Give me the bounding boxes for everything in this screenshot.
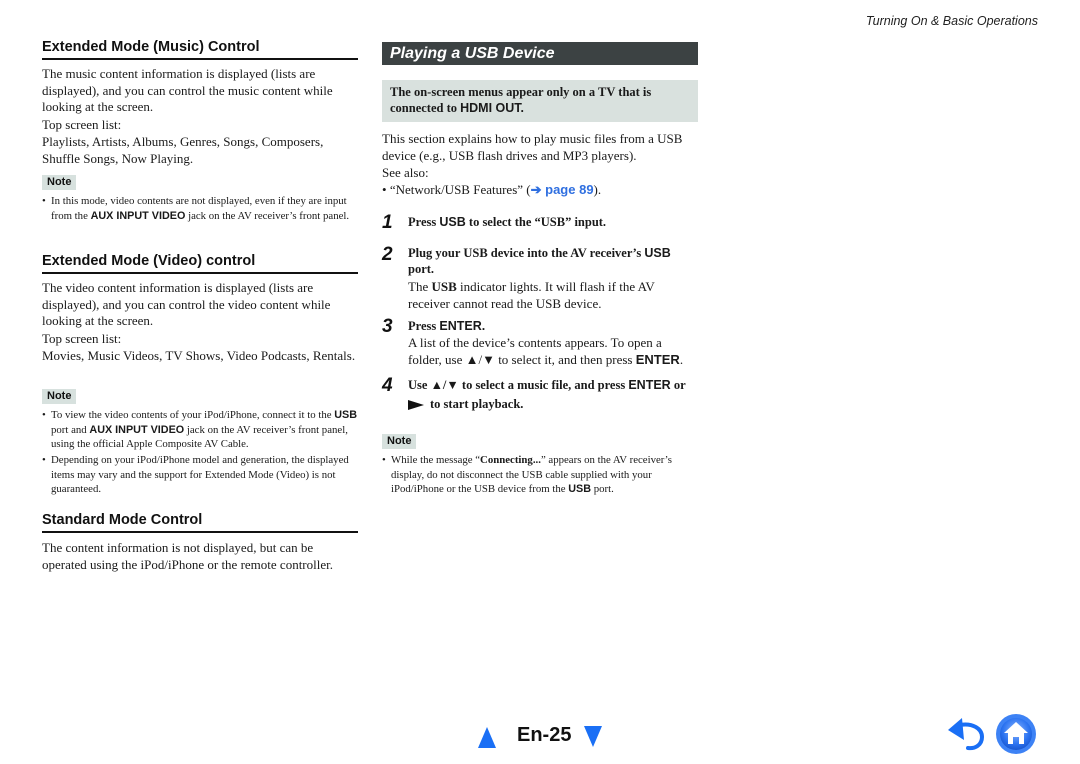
note-badge: Note (42, 175, 77, 190)
standard-description: The content information is not displayed… (42, 540, 333, 572)
heading-extended-music: Extended Mode (Music) Control (42, 39, 358, 60)
heading-extended-video: Extended Mode (Video) control (42, 253, 358, 274)
music-description: The music content information is display… (42, 66, 333, 114)
step-title: Use ▲/▼ to select a music file, and pres… (408, 377, 698, 393)
back-button[interactable] (946, 716, 986, 752)
hdmi-out-label: HDMI OUT. (460, 101, 525, 115)
music-list-label: Top screen list: (42, 117, 122, 132)
note-text: To view the video contents of your iPod/… (51, 409, 335, 421)
see-also-label: See also: (382, 165, 429, 180)
step-body: The USB indicator lights. It will flash … (408, 278, 698, 312)
step-title: Plug your USB device into the AV receive… (408, 245, 698, 277)
usb-label: USB (334, 409, 358, 421)
enter-button-label: ENTER (635, 352, 680, 367)
usb-port-label: USB (568, 483, 592, 495)
step-text: to start playback. (430, 397, 524, 411)
step-text: or (670, 378, 686, 392)
step-title: Press USB to select the “USB” input. (408, 214, 698, 230)
step-text: Use ▲/▼ to select a music file, and pres… (408, 378, 629, 392)
aux-input-video-label: AUX INPUT VIDEO (89, 423, 185, 436)
usb-indicator-label: USB (431, 279, 457, 294)
step-body: A list of the device’s contents appears.… (408, 334, 698, 368)
video-note-item: Depending on your iPod/iPhone model and … (42, 453, 358, 497)
step-number: 1 (382, 212, 393, 233)
see-also-text: ). (593, 182, 602, 197)
music-note-item: In this mode, video contents are not dis… (42, 194, 358, 223)
page-89-link[interactable]: ➔ page 89 (531, 182, 594, 197)
note-badge: Note (382, 434, 417, 449)
music-list: Playlists, Artists, Albums, Genres, Song… (42, 134, 324, 166)
home-icon (996, 714, 1036, 754)
step-text: Press (408, 215, 440, 229)
note-text: port and (51, 423, 90, 436)
step-text: A list of the device’s contents appears.… (408, 335, 662, 367)
usb-port-label: USB (644, 246, 671, 260)
see-also-item: • “Network/USB Features” (➔ page 89). (382, 182, 602, 197)
note-text: jack on the AV receiver’s front panel. (185, 209, 350, 222)
step-text: . (679, 352, 684, 367)
heading-standard-mode: Standard Mode Control (42, 512, 358, 533)
hdmi-callout: The on-screen menus appear only on a TV … (382, 80, 698, 122)
step-title-line2: to start playback. (408, 396, 698, 412)
step-title: Press ENTER. (408, 318, 698, 334)
video-description: The video content information is display… (42, 280, 331, 328)
home-button[interactable] (995, 713, 1037, 755)
see-also-text: “Network/USB Features” ( (389, 182, 531, 197)
section-header: Turning On & Basic Operations (865, 14, 1038, 28)
intro-text: This section explains how to play music … (382, 131, 683, 163)
enter-button-label: ENTER (628, 378, 671, 392)
step-text: to select the “USB” input. (465, 215, 607, 229)
next-page-arrow-icon[interactable] (584, 726, 602, 747)
aux-input-video-label: AUX INPUT VIDEO (90, 209, 186, 222)
play-icon (408, 400, 424, 411)
usb-button-label: USB (439, 215, 466, 229)
step-text: The (408, 279, 432, 294)
page-number: En-25 (517, 724, 572, 746)
connecting-message: Connecting... (480, 454, 541, 466)
step-text: Press (408, 319, 440, 333)
note-badge: Note (42, 389, 77, 404)
enter-button-label: ENTER. (439, 319, 486, 333)
usb-note-item: While the message “Connecting...” appear… (382, 453, 698, 497)
section-title-bar: Playing a USB Device (382, 42, 698, 65)
note-text: port. (591, 483, 614, 495)
step-text: Plug your USB device into the AV receive… (408, 246, 645, 260)
step-number: 2 (382, 244, 393, 265)
video-list-label: Top screen list: (42, 331, 122, 346)
note-text: While the message “ (391, 454, 481, 466)
video-note-item: To view the video contents of your iPod/… (42, 408, 358, 452)
step-number: 4 (382, 375, 393, 396)
back-arrow-icon (948, 718, 985, 751)
previous-page-arrow-icon[interactable] (478, 727, 496, 748)
video-list: Movies, Music Videos, TV Shows, Video Po… (42, 348, 356, 363)
step-number: 3 (382, 316, 393, 337)
step-text: port. (408, 262, 435, 276)
